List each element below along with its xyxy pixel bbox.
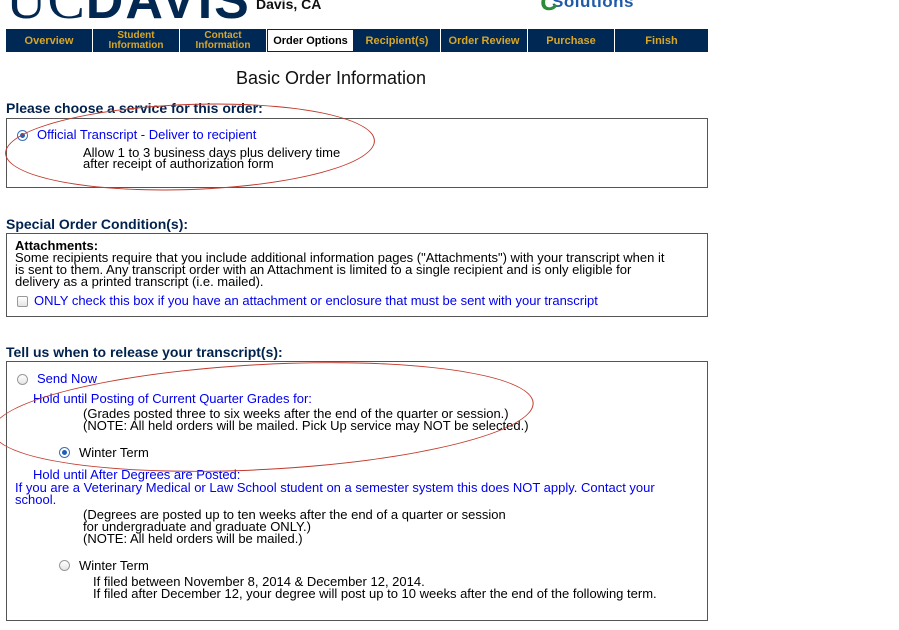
- tab-label: Order Review: [448, 34, 520, 47]
- attachments-text-3: delivery as a printed transcript (i.e. m…: [15, 274, 264, 289]
- degrees-note-3: (NOTE: All held orders will be mailed.): [83, 531, 303, 546]
- release-heading: Tell us when to release your transcript(…: [6, 344, 283, 360]
- tab-label: Purchase: [546, 34, 596, 47]
- ucdavis-logo: UCDAVIS: [6, 0, 251, 28]
- vendor-logo: C Solutions: [540, 0, 634, 16]
- send-now-radio[interactable]: [17, 374, 28, 385]
- tab-finish[interactable]: Finish: [615, 29, 708, 52]
- tab-recipients[interactable]: Recipient(s): [354, 29, 441, 52]
- tab-purchase[interactable]: Purchase: [528, 29, 615, 52]
- degrees-filed-2: If filed after December 12, your degree …: [93, 586, 657, 601]
- tab-label: Overview: [24, 34, 74, 47]
- tab-student-information[interactable]: Student Information: [93, 29, 180, 52]
- send-now-label[interactable]: Send Now: [37, 371, 97, 386]
- logo-uc: UC: [6, 0, 86, 28]
- vendor-name: Solutions: [552, 0, 634, 11]
- attachment-checkbox[interactable]: [17, 296, 28, 307]
- tab-label: Recipient(s): [365, 34, 429, 47]
- degrees-warning-1: If you are a Veterinary Medical or Law S…: [15, 480, 655, 495]
- logo-davis: DAVIS: [86, 0, 251, 28]
- degrees-winter-term-radio[interactable]: [59, 560, 70, 571]
- tab-contact-information[interactable]: Contact Information: [180, 29, 267, 52]
- official-transcript-label[interactable]: Official Transcript - Deliver to recipie…: [37, 127, 256, 142]
- tab-order-review[interactable]: Order Review: [441, 29, 528, 52]
- service-heading: Please choose a service for this order:: [6, 100, 263, 116]
- special-heading: Special Order Condition(s):: [6, 216, 189, 232]
- tab-label: Order Options: [273, 34, 348, 47]
- vendor-swoosh-icon: C: [540, 0, 560, 16]
- tab-label: Contact Information: [195, 29, 251, 51]
- grades-winter-term-radio[interactable]: [59, 447, 70, 458]
- hold-grades-label: Hold until Posting of Current Quarter Gr…: [33, 391, 312, 406]
- degrees-warning-2: school.: [15, 492, 57, 507]
- service-note-2: after receipt of authorization form: [83, 156, 274, 171]
- tab-overview[interactable]: Overview: [6, 29, 93, 52]
- tab-order-options[interactable]: Order Options: [267, 29, 354, 52]
- location-label: Davis, CA: [256, 0, 322, 12]
- special-box: Attachments: Some recipients require tha…: [6, 233, 708, 317]
- attachment-checkbox-label[interactable]: ONLY check this box if you have an attac…: [34, 293, 598, 308]
- grades-note-2: (NOTE: All held orders will be mailed. P…: [83, 418, 529, 433]
- tab-label: Student Information: [108, 29, 164, 51]
- site-header: UCDAVIS Davis, CA CSolutions: [0, 0, 899, 28]
- tab-label: Finish: [645, 34, 678, 47]
- grades-winter-term-label[interactable]: Winter Term: [79, 446, 149, 459]
- page-title: Basic Order Information: [236, 68, 427, 88]
- degrees-winter-term-label[interactable]: Winter Term: [79, 559, 149, 572]
- order-steps-nav: Overview Student Information Contact Inf…: [6, 29, 708, 52]
- release-box: Send Now Hold until Posting of Current Q…: [6, 361, 708, 621]
- official-transcript-radio[interactable]: [17, 130, 28, 141]
- service-box: Official Transcript - Deliver to recipie…: [6, 118, 708, 188]
